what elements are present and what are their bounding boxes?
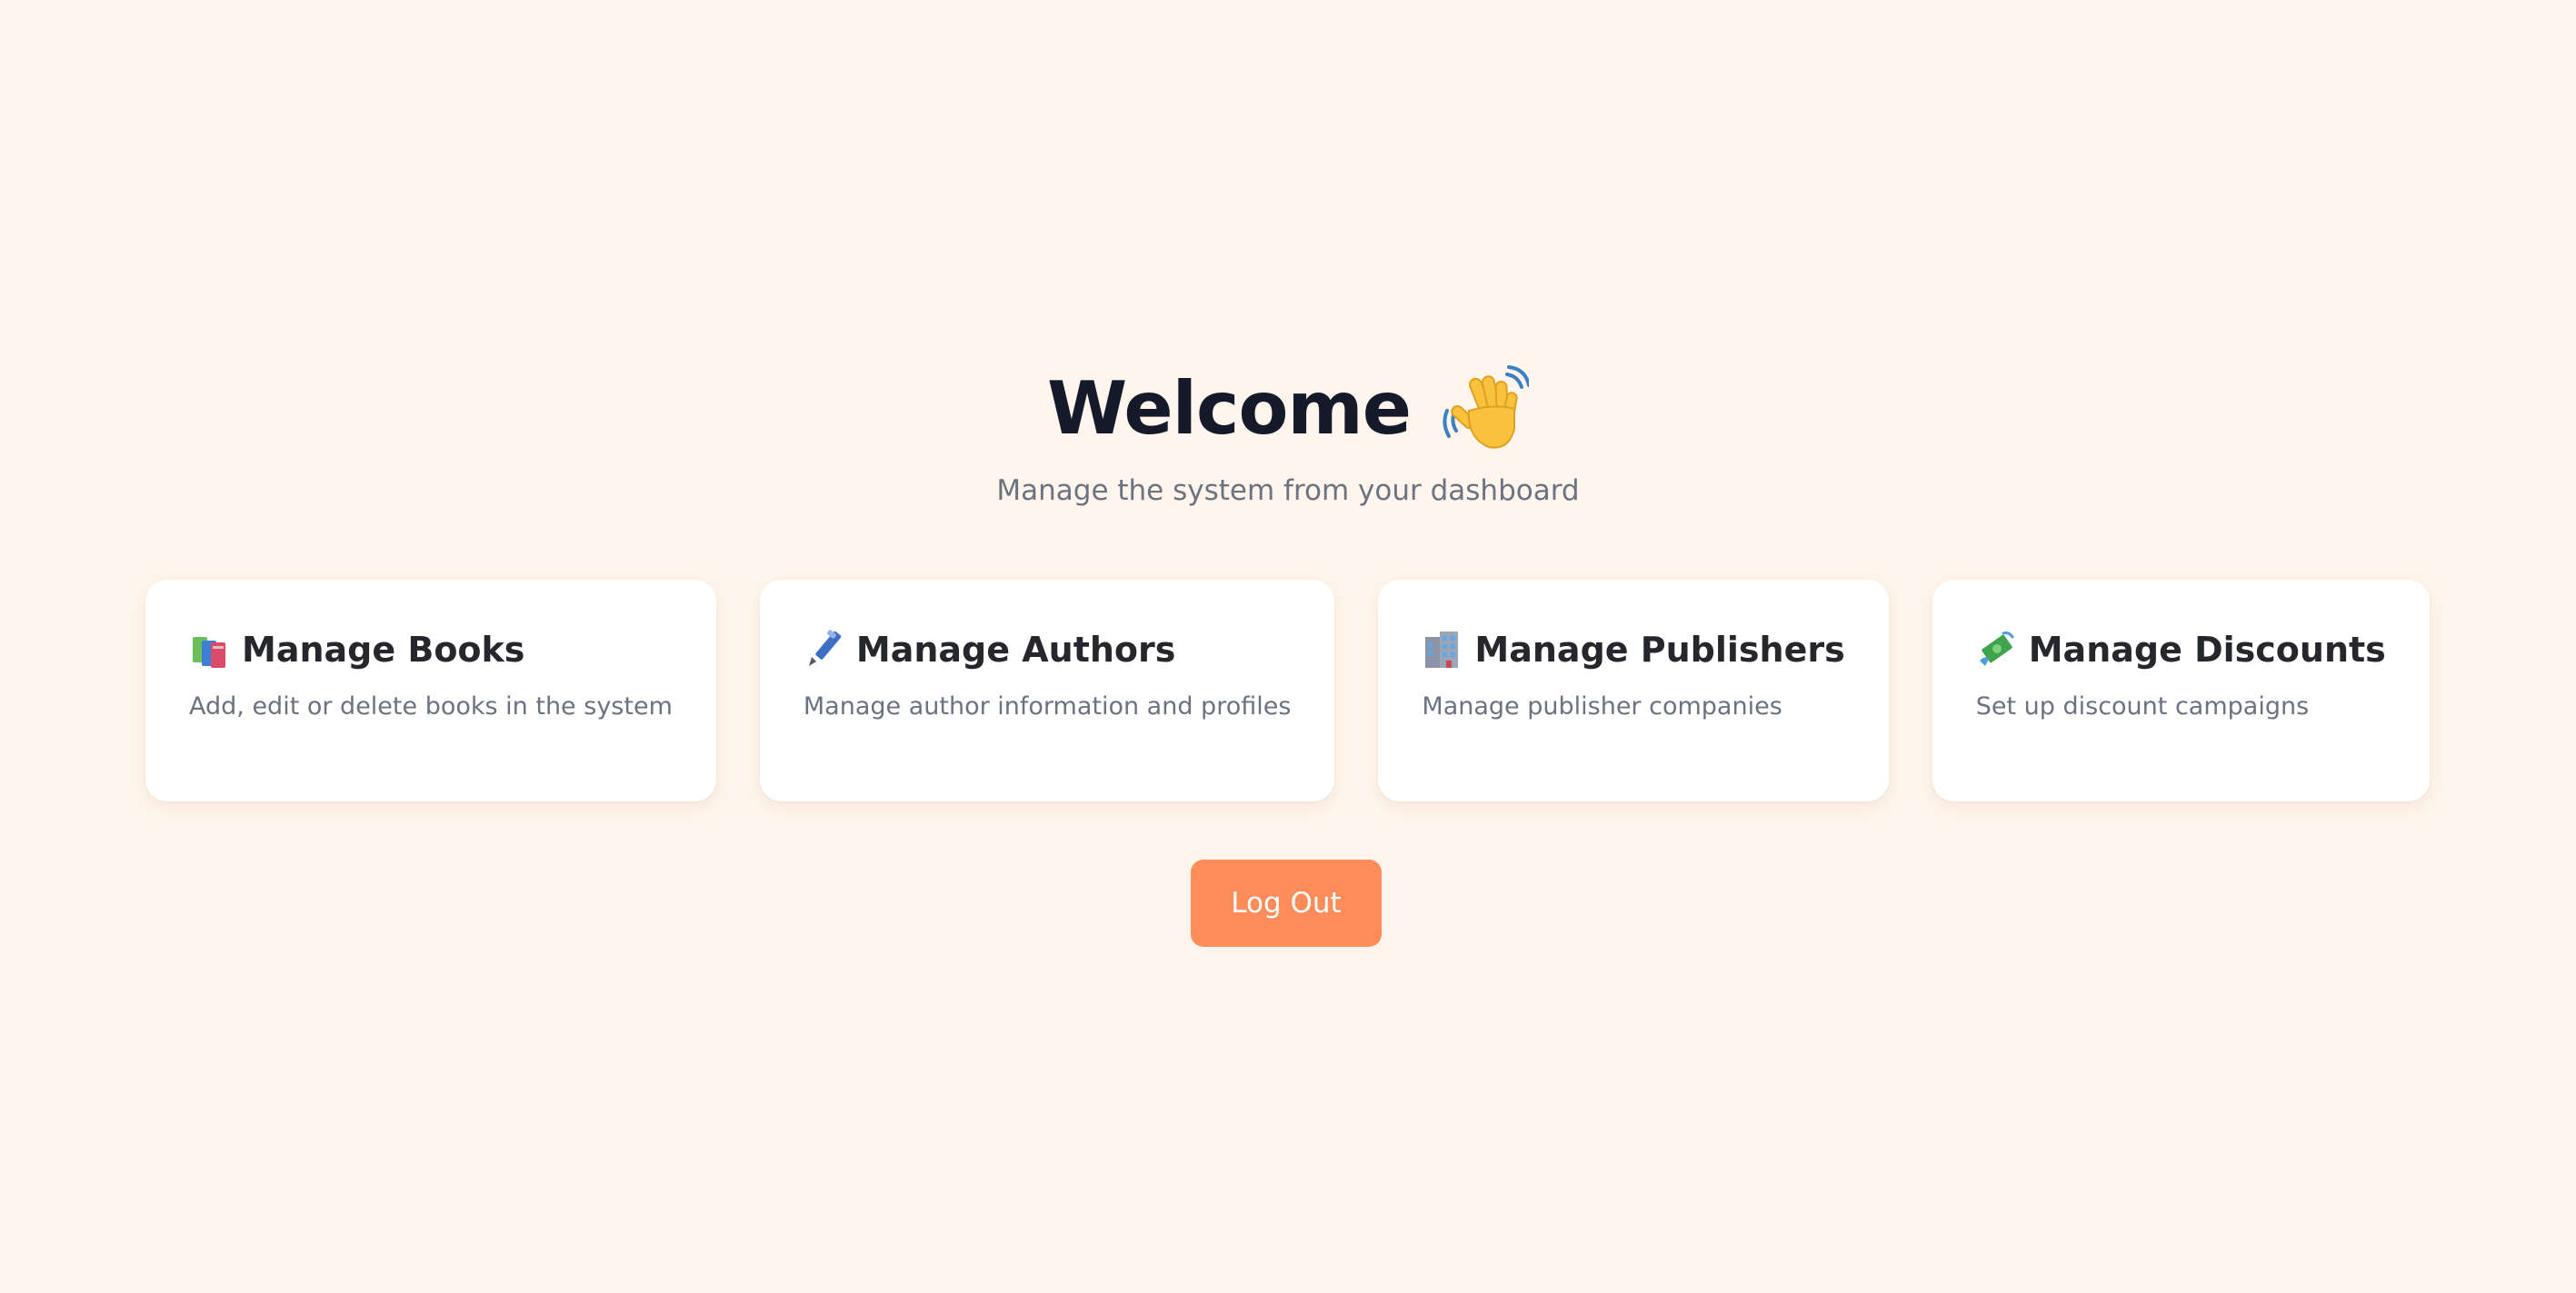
card-manage-discounts[interactable]: Manage Discounts Set up discount campaig… — [1932, 580, 2430, 801]
pen-icon — [808, 630, 842, 666]
card-header: Manage Discounts — [1976, 627, 2386, 672]
card-description: Manage author information and profiles — [803, 692, 1292, 721]
page-title: Welcome — [1046, 366, 1412, 451]
card-title: Manage Discounts — [2028, 630, 2386, 670]
waving-hand-icon — [1443, 365, 1530, 449]
card-manage-books[interactable]: Manage Books Add, edit or delete books i… — [145, 580, 716, 801]
card-header: Manage Publishers — [1422, 627, 1845, 672]
books-icon — [193, 637, 225, 668]
card-manage-publishers[interactable]: Manage Publishers Manage publisher compa… — [1378, 580, 1889, 801]
money-icon — [1979, 632, 2014, 666]
card-description: Manage publisher companies — [1422, 692, 1782, 721]
logout-button[interactable]: Log Out — [1191, 860, 1382, 947]
card-manage-authors[interactable]: Manage Authors Manage author information… — [759, 580, 1335, 801]
page-subtitle: Manage the system from your dashboard — [996, 474, 1580, 507]
card-description: Set up discount campaigns — [1975, 692, 2310, 721]
dashboard-cards: Manage Books Add, edit or delete books i… — [145, 580, 2430, 801]
building-icon — [1425, 632, 1459, 668]
welcome-header: Welcome Manage the system from your dash… — [0, 360, 2576, 508]
card-title: Manage Publishers — [1474, 630, 1845, 670]
card-header: Manage Authors — [804, 627, 1292, 672]
card-title: Manage Books — [242, 630, 525, 670]
card-header: Manage Books — [189, 627, 673, 672]
card-title: Manage Authors — [855, 630, 1176, 670]
card-description: Add, edit or delete books in the system — [189, 692, 673, 721]
title-row: Welcome — [0, 360, 2576, 458]
